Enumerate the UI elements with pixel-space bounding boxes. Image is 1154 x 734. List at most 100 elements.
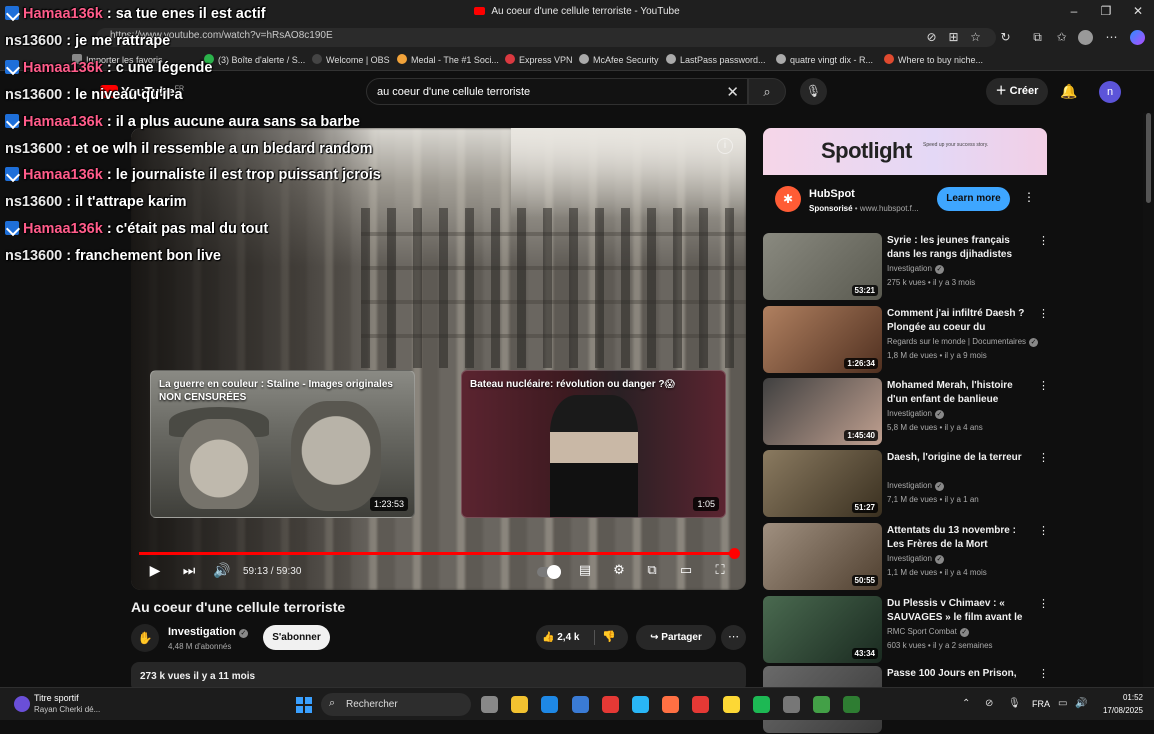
recommended-video[interactable]: 53:21 Syrie : les jeunes français dans le… xyxy=(763,233,1049,301)
more-options-icon[interactable]: ⋮ xyxy=(1038,524,1049,537)
notifications-bell-icon[interactable]: 🔔 xyxy=(1060,83,1077,100)
info-icon[interactable]: i xyxy=(717,138,733,154)
taskbar-app-icon[interactable] xyxy=(692,696,710,713)
bookmark-item[interactable]: Medal - The #1 Soci... xyxy=(397,54,499,65)
taskbar-app-icon[interactable] xyxy=(481,696,498,713)
apps-icon[interactable]: ⊞ xyxy=(946,30,961,45)
video-thumbnail[interactable]: 43:34 xyxy=(763,596,882,663)
video-thumbnail[interactable]: 1:26:34 xyxy=(763,306,882,373)
taskbar-app-icon[interactable] xyxy=(722,696,740,713)
refresh-icon[interactable]: ↻ xyxy=(998,30,1013,45)
tray-overflow-icon[interactable]: ⌃ xyxy=(962,698,970,709)
search-input-value[interactable]: au coeur d'une cellule terroriste xyxy=(377,86,530,98)
more-actions-button[interactable]: ⋯ xyxy=(721,625,746,650)
subscribe-button[interactable]: S'abonner xyxy=(263,625,330,650)
like-button[interactable]: 👍 2,4 k xyxy=(542,625,579,650)
taskbar-app-icon[interactable] xyxy=(601,696,619,713)
avatar[interactable]: n xyxy=(1099,81,1121,103)
video-thumbnail[interactable]: 53:21 xyxy=(763,233,882,300)
volume-button[interactable]: 🔊 xyxy=(211,562,233,579)
taskbar-search[interactable]: ⌕ Rechercher xyxy=(321,693,471,716)
widget-icon[interactable] xyxy=(14,696,30,712)
minimize-button[interactable]: – xyxy=(1064,4,1084,18)
video-thumbnail[interactable]: 1:45:40 xyxy=(763,378,882,445)
bookmark-item[interactable]: quatre vingt dix - R... xyxy=(776,54,873,65)
settings-button[interactable]: ⚙ xyxy=(608,562,630,578)
profile-icon[interactable] xyxy=(1078,30,1093,45)
subtitles-button[interactable]: ▤ xyxy=(574,562,596,578)
endscreen-video-card[interactable]: Bateau nucléaire: révolution ou danger ?… xyxy=(461,370,726,518)
channel-name[interactable]: Regards sur le monde | Documentaires ✓ xyxy=(887,337,1039,347)
voice-search-button[interactable]: 🎙 xyxy=(800,78,827,105)
more-options-icon[interactable]: ⋮ xyxy=(1038,307,1049,320)
scrollbar-thumb[interactable] xyxy=(1146,113,1151,203)
recommended-video[interactable]: 50:55 Attentats du 13 novembre : Les Frèr… xyxy=(763,523,1049,591)
split-screen-icon[interactable]: ⧉ xyxy=(1030,30,1045,45)
clock-date[interactable]: 17/08/2025 xyxy=(1094,706,1143,715)
theater-mode-button[interactable]: ▭ xyxy=(675,562,697,578)
channel-name[interactable]: Investigation ✓ xyxy=(887,554,944,564)
scrubber-handle[interactable] xyxy=(729,548,740,559)
endscreen-video-card[interactable]: La guerre en couleur : Staline - Images … xyxy=(150,370,415,518)
video-title[interactable]: Du Plessis v Chimaev : « SAUVAGES » le f… xyxy=(887,597,1033,625)
taskbar-app-icon[interactable] xyxy=(752,696,770,713)
channel-avatar[interactable]: ✋ xyxy=(131,624,159,652)
taskbar-app-icon[interactable] xyxy=(571,696,589,713)
recommended-video[interactable]: 51:27 Daesh, l'origine de la terreur Inves… xyxy=(763,450,1049,518)
taskbar-app-icon[interactable] xyxy=(662,696,680,713)
video-player[interactable]: i La guerre en couleur : Staline - Image… xyxy=(131,128,746,590)
play-button[interactable]: ▶ xyxy=(144,562,166,579)
copilot-icon[interactable] xyxy=(1130,30,1145,45)
channel-name[interactable]: Investigation ✓ xyxy=(168,626,248,638)
video-title[interactable]: Passe 100 Jours en Prison, xyxy=(887,667,1033,681)
bookmark-item[interactable]: Welcome | OBS xyxy=(312,54,390,65)
video-title[interactable]: Comment j'ai infiltré Daesh ? Plongée au… xyxy=(887,307,1033,335)
network-off-icon[interactable]: ⊘ xyxy=(985,698,993,709)
favorite-star-icon[interactable]: ☆ xyxy=(968,30,983,45)
taskbar-app-icon[interactable] xyxy=(632,696,649,713)
clear-search-icon[interactable]: ✕ xyxy=(726,83,739,101)
display-icon[interactable]: ▭ xyxy=(1058,698,1067,709)
create-button[interactable]: ＋ Créer xyxy=(986,78,1048,105)
search-button[interactable]: ⌕ xyxy=(748,78,786,105)
ad-menu-icon[interactable]: ⋮ xyxy=(1023,190,1035,204)
taskbar-app-icon[interactable] xyxy=(813,696,831,713)
channel-name[interactable]: RMC Sport Combat ✓ xyxy=(887,627,969,637)
more-options-icon[interactable]: ⋮ xyxy=(1038,379,1049,392)
bookmark-item[interactable]: McAfee Security xyxy=(579,54,659,65)
channel-name[interactable]: Investigation ✓ xyxy=(887,409,944,419)
search-input[interactable]: au coeur d'une cellule terroriste ✕ xyxy=(366,78,748,105)
taskbar-app-icon[interactable] xyxy=(541,696,559,713)
video-title[interactable]: Attentats du 13 novembre : Les Frères de… xyxy=(887,524,1033,552)
recommended-video[interactable]: 1:45:40 Mohamed Merah, l'histoire d'un en… xyxy=(763,378,1049,446)
bookmark-item[interactable]: Express VPN xyxy=(505,54,573,65)
video-thumbnail[interactable]: 50:55 xyxy=(763,523,882,590)
dislike-button[interactable]: 👎 xyxy=(602,625,616,650)
microphone-icon[interactable]: 🎙 xyxy=(1008,698,1021,709)
more-options-icon[interactable]: ⋮ xyxy=(1038,234,1049,247)
video-title[interactable]: Daesh, l'origine de la terreur xyxy=(887,451,1033,465)
taskbar-app-icon[interactable] xyxy=(783,696,800,713)
taskbar-app-icon[interactable] xyxy=(511,696,529,713)
bookmark-item[interactable]: (3) Boîte d'alerte / S... xyxy=(204,54,305,65)
start-button[interactable] xyxy=(296,697,312,713)
page-scrollbar[interactable] xyxy=(1143,113,1154,687)
more-options-icon[interactable]: ⋮ xyxy=(1038,451,1049,464)
video-title[interactable]: Mohamed Merah, l'histoire d'un enfant de… xyxy=(887,379,1033,407)
channel-name[interactable]: Investigation ✓ xyxy=(887,264,944,274)
volume-icon[interactable]: 🔊 xyxy=(1075,698,1087,709)
learn-more-button[interactable]: Learn more xyxy=(937,187,1010,211)
video-title[interactable]: Syrie : les jeunes français dans les ran… xyxy=(887,234,1033,262)
autoplay-toggle[interactable] xyxy=(537,565,561,579)
progress-bar[interactable] xyxy=(139,548,740,559)
widget-subtitle[interactable]: Rayan Cherki dé... xyxy=(34,705,100,714)
recommended-video[interactable]: 43:34 Du Plessis v Chimaev : « SAUVAGES »… xyxy=(763,596,1049,664)
menu-dots-icon[interactable]: ⋯ xyxy=(1104,30,1119,45)
more-options-icon[interactable]: ⋮ xyxy=(1038,667,1049,680)
more-options-icon[interactable]: ⋮ xyxy=(1038,597,1049,610)
share-button[interactable]: ↪ Partager xyxy=(636,625,716,650)
ad-banner[interactable]: Spotlight Speed up your success story. xyxy=(763,128,1047,175)
recommended-video[interactable]: 1:26:34 Comment j'ai infiltré Daesh ? Plo… xyxy=(763,306,1049,374)
sponsored-ad[interactable]: Spotlight Speed up your success story. ✱… xyxy=(763,128,1047,226)
close-window-button[interactable]: ✕ xyxy=(1128,4,1148,18)
